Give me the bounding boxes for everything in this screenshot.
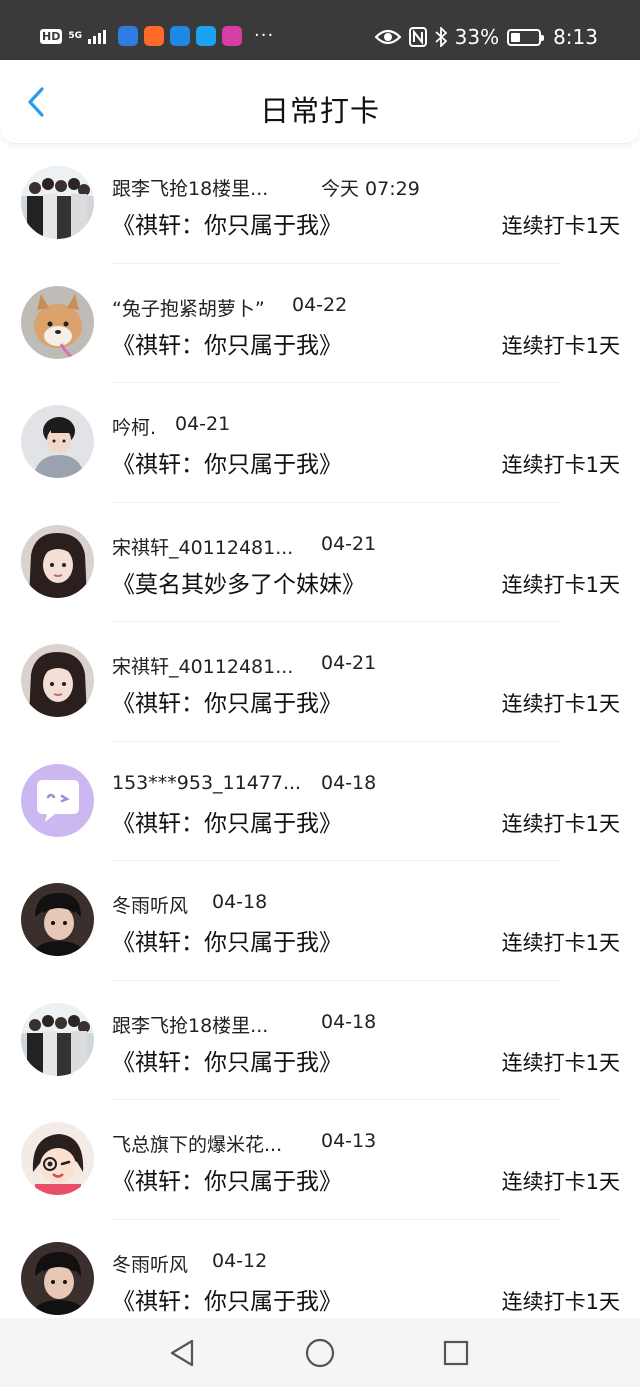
home-circle-icon bbox=[305, 1338, 335, 1368]
streak-label: 连续打卡1天 bbox=[501, 931, 620, 955]
recents-square-icon bbox=[443, 1340, 469, 1366]
streak-label: 连续打卡1天 bbox=[501, 1289, 620, 1314]
avatar[interactable] bbox=[21, 405, 94, 478]
book-title: 《祺轩：你只属于我》 bbox=[112, 213, 342, 239]
list-item[interactable]: 153***953_11477... 04-18 《祺轩：你只属于我》 连续打卡… bbox=[0, 742, 640, 861]
status-bar: HD 5G ··· 33% 8:13 bbox=[0, 0, 640, 60]
user-name: “兔子抱紧胡萝卜” bbox=[112, 297, 265, 320]
battery-percent: 33% bbox=[454, 25, 500, 49]
list-item[interactable]: 跟李飞抢18楼里... 今天 07:29 《祺轩：你只属于我》 连续打卡1天 bbox=[0, 144, 640, 264]
checkin-date: 04-22 bbox=[292, 293, 348, 316]
network-type: 5G bbox=[68, 30, 82, 41]
avatar[interactable] bbox=[21, 763, 94, 837]
book-title: 《祺轩：你只属于我》 bbox=[112, 452, 342, 478]
nav-back-button[interactable] bbox=[166, 1337, 198, 1369]
user-name: 跟李飞抢18楼里... bbox=[112, 1014, 269, 1037]
streak-label: 连续打卡1天 bbox=[501, 214, 620, 238]
checkin-date: 04-21 bbox=[321, 652, 377, 674]
page-title: 日常打卡 bbox=[259, 94, 380, 128]
streak-label: 连续打卡1天 bbox=[501, 453, 620, 477]
checkin-date: 今天 07:29 bbox=[321, 178, 420, 200]
avatar[interactable] bbox=[21, 1002, 94, 1076]
status-right: 33% 8:13 bbox=[374, 24, 598, 50]
user-name: 宋祺轩_40112481... bbox=[112, 536, 294, 559]
battery-icon bbox=[507, 28, 545, 46]
list-item[interactable]: 宋祺轩_40112481... 04-21 《祺轩：你只属于我》 连续打卡1天 bbox=[0, 622, 640, 742]
book-title: 《祺轩：你只属于我》 bbox=[112, 691, 342, 717]
book-title: 《祺轩：你只属于我》 bbox=[112, 810, 342, 837]
back-triangle-icon bbox=[170, 1339, 194, 1367]
avatar[interactable] bbox=[21, 166, 94, 239]
user-name: 宋祺轩_40112481... bbox=[112, 656, 294, 678]
avatar[interactable] bbox=[21, 1241, 94, 1315]
lightbulb-icon bbox=[170, 26, 190, 46]
streak-label: 连续打卡1天 bbox=[501, 1050, 620, 1075]
nfc-icon bbox=[408, 27, 427, 47]
nav-recents-button[interactable] bbox=[440, 1337, 472, 1369]
book-title: 《祺轩：你只属于我》 bbox=[112, 930, 342, 956]
checkin-date: 04-21 bbox=[175, 413, 231, 435]
clock: 8:13 bbox=[553, 25, 598, 49]
streak-label: 连续打卡1天 bbox=[501, 333, 620, 358]
system-nav-bar bbox=[0, 1318, 640, 1387]
streak-label: 连续打卡1天 bbox=[501, 572, 620, 597]
more-notifications: ··· bbox=[254, 25, 275, 46]
checkin-date: 04-21 bbox=[321, 532, 377, 555]
status-left: HD 5G ··· bbox=[40, 22, 274, 50]
avatar[interactable] bbox=[21, 644, 94, 717]
avatar[interactable] bbox=[21, 1122, 94, 1195]
bluetooth-icon bbox=[435, 27, 447, 47]
checkin-list: 跟李飞抢18楼里... 今天 07:29 《祺轩：你只属于我》 连续打卡1天 “… bbox=[0, 144, 640, 1339]
user-name: 153***953_11477... bbox=[112, 771, 302, 794]
user-name: 冬雨听风 bbox=[112, 895, 189, 917]
app-notification-icon bbox=[118, 26, 138, 46]
battery-level bbox=[511, 32, 521, 42]
user-name: 冬雨听风 bbox=[112, 1253, 189, 1276]
list-item[interactable]: 冬雨听风 04-18 《祺轩：你只属于我》 连续打卡1天 bbox=[0, 861, 640, 981]
list-item[interactable]: 吟柯. 04-21 《祺轩：你只属于我》 连续打卡1天 bbox=[0, 383, 640, 503]
streak-label: 连续打卡1天 bbox=[501, 811, 620, 836]
page-header: 日常打卡 bbox=[0, 60, 640, 144]
checkin-date: 04-13 bbox=[321, 1130, 377, 1152]
book-title: 《祺轩：你只属于我》 bbox=[112, 1049, 342, 1076]
app-notification-icon bbox=[144, 26, 164, 46]
avatar[interactable] bbox=[21, 883, 94, 956]
list-item[interactable]: 飞总旗下的爆米花... 04-13 《祺轩：你只属于我》 连续打卡1天 bbox=[0, 1100, 640, 1220]
user-name: 飞总旗下的爆米花... bbox=[112, 1134, 283, 1156]
user-name: 吟柯. bbox=[112, 417, 157, 439]
nav-home-button[interactable] bbox=[304, 1337, 336, 1369]
list-item[interactable]: 宋祺轩_40112481... 04-21 《莫名其妙多了个妹妹》 连续打卡1天 bbox=[0, 503, 640, 622]
search-app-icon bbox=[196, 26, 216, 46]
list-item[interactable]: “兔子抱紧胡萝卜” 04-22 《祺轩：你只属于我》 连续打卡1天 bbox=[0, 264, 640, 383]
book-title: 《莫名其妙多了个妹妹》 bbox=[112, 571, 365, 598]
checkin-date: 04-12 bbox=[212, 1249, 268, 1272]
streak-label: 连续打卡1天 bbox=[501, 692, 620, 716]
checkin-date: 04-18 bbox=[212, 891, 268, 913]
user-name: 跟李飞抢18楼里... bbox=[112, 178, 269, 200]
checkin-date: 04-18 bbox=[321, 1010, 377, 1033]
hd-badge: HD bbox=[40, 28, 63, 44]
app-notification-icon bbox=[222, 26, 242, 46]
eye-icon bbox=[374, 29, 401, 45]
checkin-date: 04-18 bbox=[321, 771, 377, 794]
book-title: 《祺轩：你只属于我》 bbox=[112, 1169, 342, 1195]
book-title: 《祺轩：你只属于我》 bbox=[112, 1288, 342, 1315]
avatar[interactable] bbox=[21, 524, 94, 598]
avatar[interactable] bbox=[21, 285, 94, 359]
signal-icon bbox=[88, 28, 106, 44]
streak-label: 连续打卡1天 bbox=[501, 1170, 620, 1194]
book-title: 《祺轩：你只属于我》 bbox=[112, 332, 342, 359]
list-item[interactable]: 跟李飞抢18楼里... 04-18 《祺轩：你只属于我》 连续打卡1天 bbox=[0, 981, 640, 1100]
